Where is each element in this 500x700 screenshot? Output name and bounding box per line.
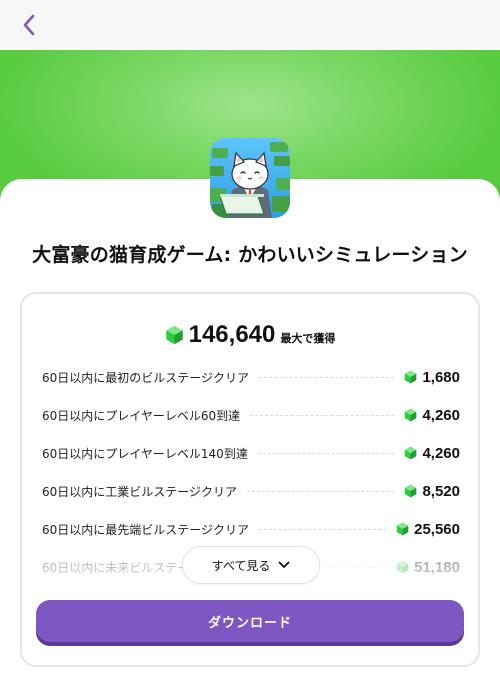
gem-icon — [405, 370, 417, 384]
milestone-value: 8,520 — [422, 482, 460, 500]
app-icon — [210, 138, 290, 218]
dotted-leader — [259, 528, 387, 530]
see-all-label: すべて見る — [211, 558, 271, 573]
gem-icon — [405, 484, 417, 498]
see-all-button[interactable]: すべて見る — [182, 546, 320, 584]
milestone-label: 60日以内に最初のビルステージクリア — [42, 370, 250, 385]
milestone-row: 60日以内に最先端ビルステージクリア 25,560 — [42, 510, 460, 548]
milestone-label: 60日以内にプレイヤーレベル140到達 — [42, 446, 248, 461]
dotted-leader — [247, 490, 395, 492]
milestone-label: 60日以内に工業ビルステージクリア — [42, 484, 238, 499]
gem-icon — [405, 446, 417, 460]
reward-total-label: 最大で獲得 — [280, 332, 336, 345]
milestone-row: 60日以内に最初のビルステージクリア 1,680 — [42, 358, 460, 396]
gem-icon — [165, 325, 183, 345]
gem-icon — [396, 560, 409, 574]
dotted-leader — [259, 376, 395, 378]
gem-icon — [405, 408, 417, 422]
top-bar — [0, 0, 500, 50]
cat-businessman-app-icon — [210, 138, 290, 218]
milestone-value: 4,260 — [422, 444, 460, 462]
milestone-label: 60日以内に最先端ビルステージクリア — [42, 522, 250, 537]
milestone-value: 1,680 — [422, 368, 460, 386]
milestone-row: 60日以内にプレイヤーレベル140到達 4,260 — [42, 434, 460, 472]
reward-total-value: 146,640 — [188, 321, 276, 348]
download-button[interactable]: ダウンロード — [36, 600, 464, 642]
gem-icon — [396, 522, 409, 536]
chevron-left-icon — [23, 14, 35, 36]
back-button[interactable] — [12, 8, 46, 42]
milestone-label: 60日以内にプレイヤーレベル60到達 — [42, 408, 241, 423]
milestone-row: 60日以内にプレイヤーレベル60到達 4,260 — [42, 396, 460, 434]
rewards-card: 146,640 最大で獲得 60日以内に最初のビルステージクリア 1,680 6… — [20, 292, 480, 667]
milestone-row: 60日以内に工業ビルステージクリア 8,520 — [42, 472, 460, 510]
dotted-leader — [250, 414, 395, 416]
reward-total: 146,640 最大で獲得 — [22, 321, 478, 349]
app-title: 大富豪の猫育成ゲーム: かわいいシミュレーション — [32, 244, 468, 266]
milestone-value: 4,260 — [422, 406, 460, 424]
chevron-down-icon — [278, 561, 290, 568]
download-label: ダウンロード — [207, 615, 292, 631]
milestone-value: 25,560 — [414, 520, 460, 538]
milestone-value: 51,180 — [414, 558, 460, 576]
dotted-leader — [257, 452, 395, 454]
